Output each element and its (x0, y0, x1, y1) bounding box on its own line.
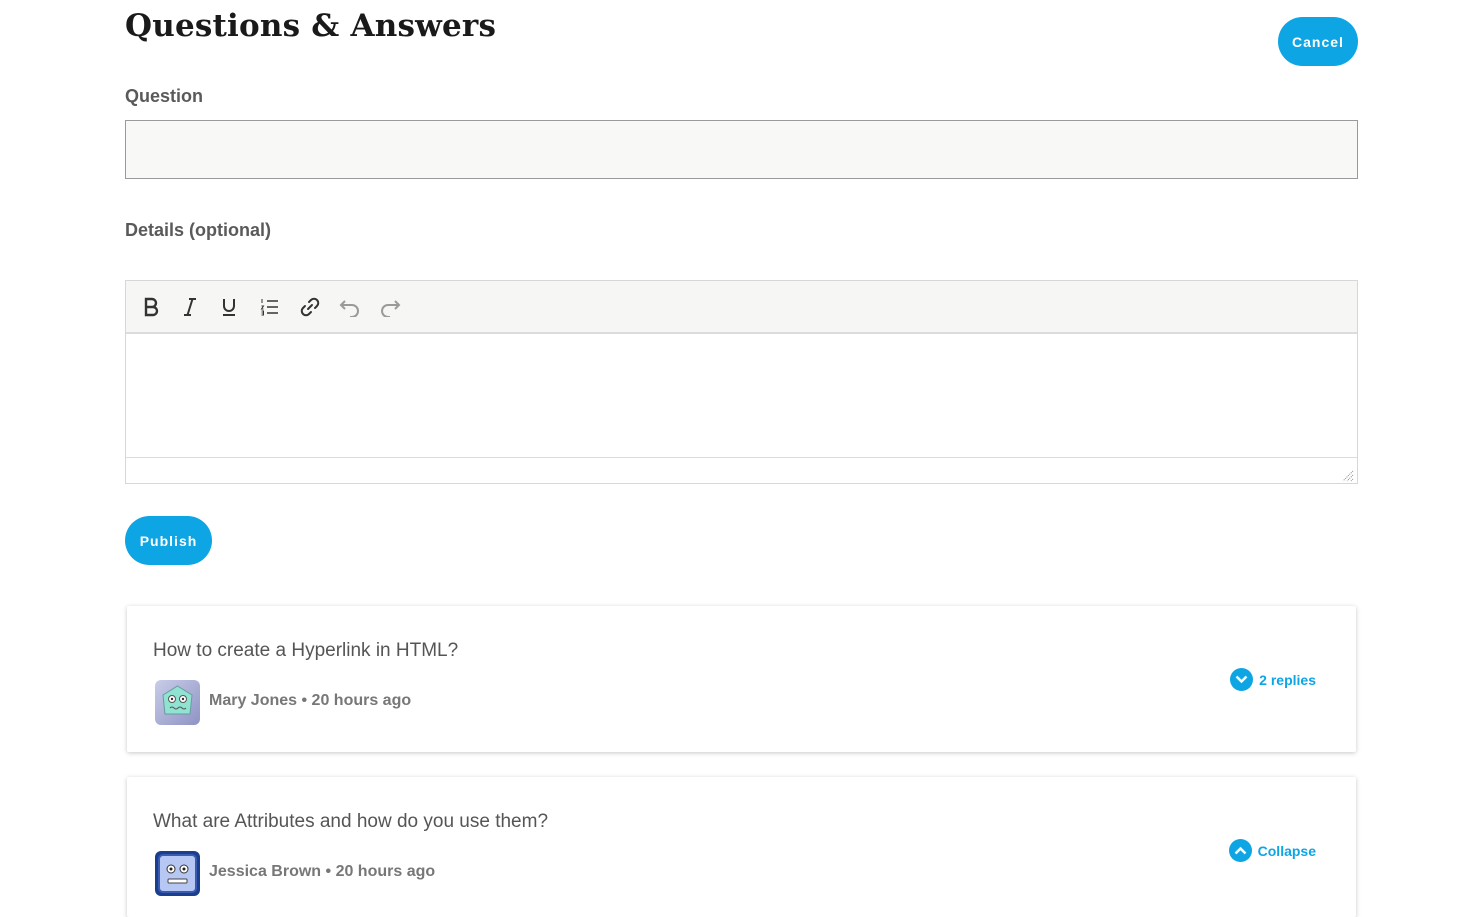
meta-separator: • (301, 692, 312, 709)
replies-toggle[interactable]: 2 replies (1230, 668, 1316, 691)
question-text[interactable]: What are Attributes and how do you use t… (153, 811, 548, 833)
question-card: How to create a Hyperlink in HTML? Mary … (127, 606, 1356, 752)
publish-button[interactable]: Publish (125, 516, 212, 565)
collapse-toggle[interactable]: Collapse (1228, 839, 1316, 862)
underline-icon[interactable] (214, 293, 244, 321)
question-input[interactable] (125, 120, 1358, 179)
chevron-up-icon (1228, 839, 1252, 862)
link-icon[interactable] (295, 293, 325, 321)
avatar (155, 680, 200, 725)
question-meta: Jessica Brown • 20 hours ago (209, 863, 435, 881)
question-meta: Mary Jones • 20 hours ago (209, 692, 411, 710)
collapse-label: Collapse (1257, 842, 1316, 859)
author-name: Mary Jones (209, 692, 298, 709)
redo-icon[interactable] (375, 293, 405, 321)
question-card: What are Attributes and how do you use t… (127, 777, 1356, 917)
replies-label: 2 replies (1259, 671, 1316, 688)
question-label: Question (125, 86, 204, 106)
resize-handle-icon[interactable] (1342, 469, 1354, 482)
author-name: Jessica Brown (209, 863, 322, 880)
undo-icon[interactable] (335, 293, 365, 321)
editor-statusbar (126, 457, 1357, 484)
post-time: 20 hours ago (311, 692, 412, 709)
details-label: Details (optional) (125, 220, 272, 240)
chevron-down-icon (1230, 668, 1254, 691)
details-textarea[interactable] (126, 334, 1357, 457)
avatar (155, 851, 200, 896)
question-text[interactable]: How to create a Hyperlink in HTML? (153, 640, 458, 662)
post-time: 20 hours ago (335, 863, 436, 880)
italic-icon[interactable] (175, 293, 205, 321)
editor-toolbar (126, 281, 1357, 334)
ordered-list-icon[interactable] (255, 293, 285, 321)
bold-icon[interactable] (136, 293, 166, 321)
cancel-button[interactable]: Cancel (1278, 17, 1358, 66)
meta-separator: • (325, 863, 336, 880)
page-title: Questions & Answers (125, 8, 497, 44)
details-editor (125, 280, 1358, 484)
